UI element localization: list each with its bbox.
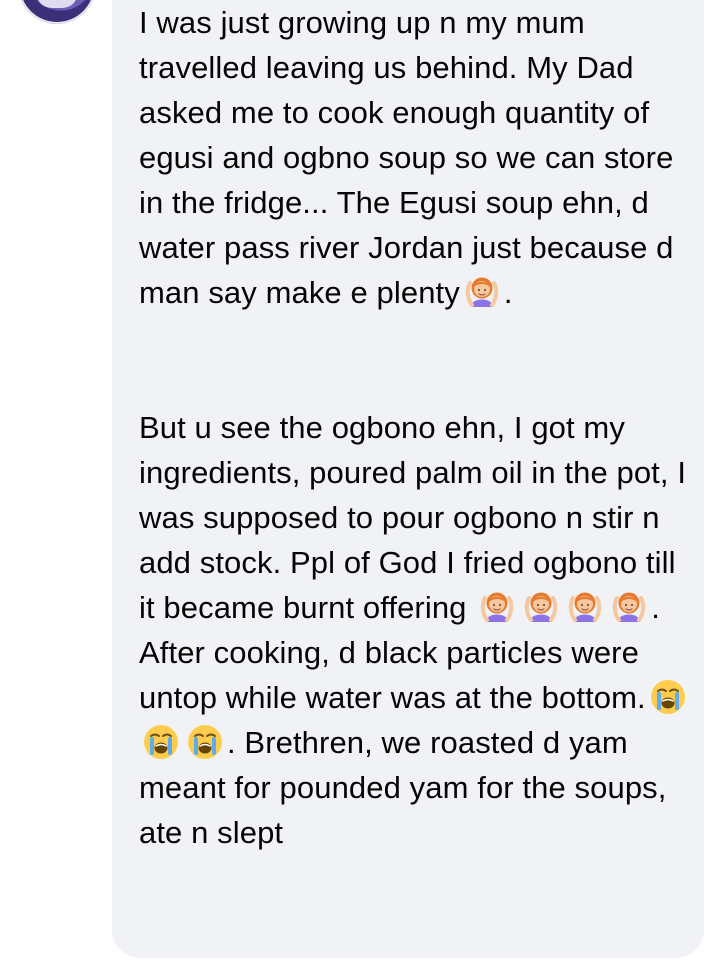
- user-avatar[interactable]: [18, 0, 96, 24]
- loudly-crying-face-icon: [141, 722, 181, 762]
- loudly-crying-face-icon: [648, 677, 688, 717]
- comment-paragraph-1-text: I was just growing up n my mum travelled…: [139, 5, 674, 310]
- comment-paragraph-1-end: .: [503, 275, 513, 310]
- comment-text: I was just growing up n my mum travelled…: [139, 0, 694, 855]
- woman-gesturing-ok-icon: [565, 587, 605, 627]
- comment-paragraph-2: But u see the ogbono ehn, I got my ingre…: [139, 405, 694, 855]
- comment-paragraph-1: I was just growing up n my mum travelled…: [139, 0, 694, 315]
- woman-gesturing-ok-icon: [477, 587, 517, 627]
- woman-gesturing-ok-icon: [521, 587, 561, 627]
- woman-gesturing-ok-icon: [609, 587, 649, 627]
- loudly-crying-face-icon: [185, 722, 225, 762]
- woman-gesturing-ok-icon: [462, 272, 502, 312]
